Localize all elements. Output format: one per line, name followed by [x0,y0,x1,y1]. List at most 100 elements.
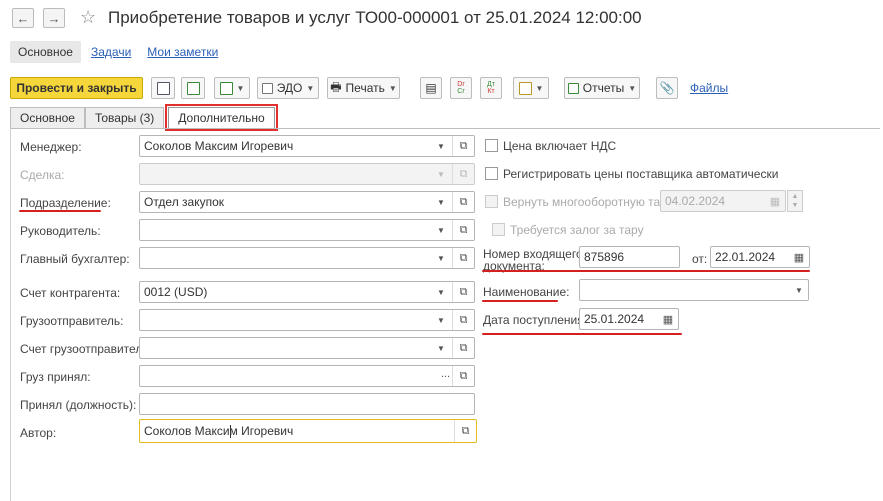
shipper-account-label: Счет грузоотправителя: [20,342,153,356]
return-date-field: 04.02.2024 ▦ [660,190,786,212]
chevron-down-icon: ▼ [388,83,397,93]
nav-main[interactable]: Основное [10,41,81,63]
author-field[interactable]: Соколов Максим Игоревич ⧉ [139,419,477,443]
dt-kt-button[interactable]: Дт Кт [480,77,502,99]
cargo-received-label: Груз принял: [20,370,91,384]
head-field[interactable]: ▼ ⧉ [139,219,475,241]
open-icon[interactable]: ⧉ [452,310,474,330]
form-left-border [10,128,11,501]
open-icon[interactable]: ⧉ [452,282,474,302]
deal-field: ▼ ⧉ [139,163,475,185]
reports-button[interactable]: Отчеты ▼ [564,77,640,99]
contractor-account-field[interactable]: 0012 (USD) ▼ ⧉ [139,281,475,303]
open-icon[interactable]: ⧉ [452,366,474,386]
dr-cr-button[interactable]: Dr Cr [450,77,472,99]
department-underline [19,210,101,212]
edo-icon [261,82,273,94]
register-prices-checkbox[interactable] [485,167,498,180]
section-nav: Основное Задачи Мои заметки [10,40,218,64]
create-based-on-button[interactable]: ▼ [214,77,250,99]
chevron-down-icon: ▼ [628,83,637,93]
save-icon [156,81,170,95]
chevron-down-icon[interactable]: ▼ [434,220,448,240]
shipper-account-field[interactable]: ▼ ⧉ [139,337,475,359]
journal-button[interactable]: ▤ [420,77,442,99]
nav-tasks-link[interactable]: Задачи [91,45,131,59]
deposit-label: Требуется залог за тару [510,223,644,237]
open-icon[interactable]: ⧉ [452,338,474,358]
chevron-down-icon[interactable]: ▼ [434,248,448,268]
print-button[interactable]: 🖶 Печать ▼ [327,77,400,99]
tab-goods[interactable]: Товары (3) [84,107,165,128]
received-position-field[interactable] [139,393,475,415]
post-and-close-button[interactable]: Провести и закрыть [10,77,143,99]
price-vat-checkbox[interactable] [485,139,498,152]
dt-kt-icon: Дт Кт [487,81,495,95]
department-field[interactable]: Отдел закупок ▼ ⧉ [139,191,475,213]
open-icon[interactable]: ⧉ [452,136,474,156]
dr-cr-icon: Dr Cr [457,81,465,95]
files-link[interactable]: Файлы [690,81,728,95]
calendar-icon[interactable]: ▦ [791,249,807,265]
chevron-down-icon: ▼ [437,169,445,179]
head-label: Руководитель: [20,224,101,238]
spin-down-icon: ▼ [791,202,799,209]
ellipsis-icon[interactable]: ... [441,368,450,380]
text-caret [230,425,231,438]
chevron-down-icon: ▼ [535,83,544,93]
form-tabs: Основное Товары (3) Дополнительно [10,104,278,131]
incoming-number-field[interactable]: 875896 [579,246,680,268]
favorite-star-icon[interactable]: ☆ [80,7,96,28]
paperclip-icon: 📎 [659,81,675,95]
documents-icon [518,81,532,95]
name-underline [482,300,558,302]
incoming-doc-underline [482,270,810,272]
post-button[interactable] [181,77,205,99]
back-button[interactable]: ← [12,8,34,28]
manager-field[interactable]: Соколов Максим Игоревич ▼ ⧉ [139,135,475,157]
report-icon [567,82,579,94]
save-button[interactable] [151,77,175,99]
from-label: от: [692,252,708,266]
tab-divider [10,128,880,129]
chevron-down-icon[interactable]: ▼ [434,310,448,330]
chevron-down-icon[interactable]: ▼ [434,192,448,212]
deposit-checkbox [492,223,505,236]
cargo-received-field[interactable]: ... ⧉ [139,365,475,387]
open-icon: ⧉ [452,164,474,184]
from-date-field[interactable]: 22.01.2024 ▦ [710,246,810,268]
calendar-icon: ▦ [769,195,781,208]
create-based-icon [219,81,233,95]
list-icon: ▤ [425,81,437,95]
price-vat-label: Цена включает НДС [503,139,617,153]
receipt-date-field[interactable]: 25.01.2024 ▦ [579,308,679,330]
printer-icon: 🖶 [330,79,342,94]
tab-main[interactable]: Основное [10,107,85,128]
chevron-down-icon[interactable]: ▼ [434,136,448,156]
tab-additional[interactable]: Дополнительно [165,104,278,131]
chevron-down-icon[interactable]: ▼ [434,282,448,302]
open-icon[interactable]: ⧉ [452,192,474,212]
return-tare-checkbox [485,195,498,208]
calendar-icon[interactable]: ▦ [660,311,676,327]
open-icon[interactable]: ⧉ [452,248,474,268]
incoming-doc-label: Номер входящего документа: [483,247,583,273]
window-titlebar: ← → ☆ Приобретение товаров и услуг ТО00-… [0,0,883,38]
contractor-account-label: Счет контрагента: [20,286,121,300]
chevron-down-icon: ▼ [236,83,245,93]
received-position-label: Принял (должность): [20,398,137,412]
accountant-field[interactable]: ▼ ⧉ [139,247,475,269]
name-field[interactable]: ▼ [579,279,809,301]
nav-notes-link[interactable]: Мои заметки [147,45,218,59]
related-docs-button[interactable]: ▼ [513,77,549,99]
department-label: Подразделение: [20,196,111,210]
shipper-field[interactable]: ▼ ⧉ [139,309,475,331]
forward-button[interactable]: → [43,8,65,28]
chevron-down-icon[interactable]: ▼ [434,338,448,358]
attach-button[interactable]: 📎 [656,77,678,99]
open-icon[interactable]: ⧉ [452,220,474,240]
open-icon[interactable]: ⧉ [454,420,476,442]
receipt-date-label: Дата поступления: [483,313,588,327]
chevron-down-icon[interactable]: ▼ [792,280,806,300]
edo-button[interactable]: ЭДО ▼ [257,77,319,99]
